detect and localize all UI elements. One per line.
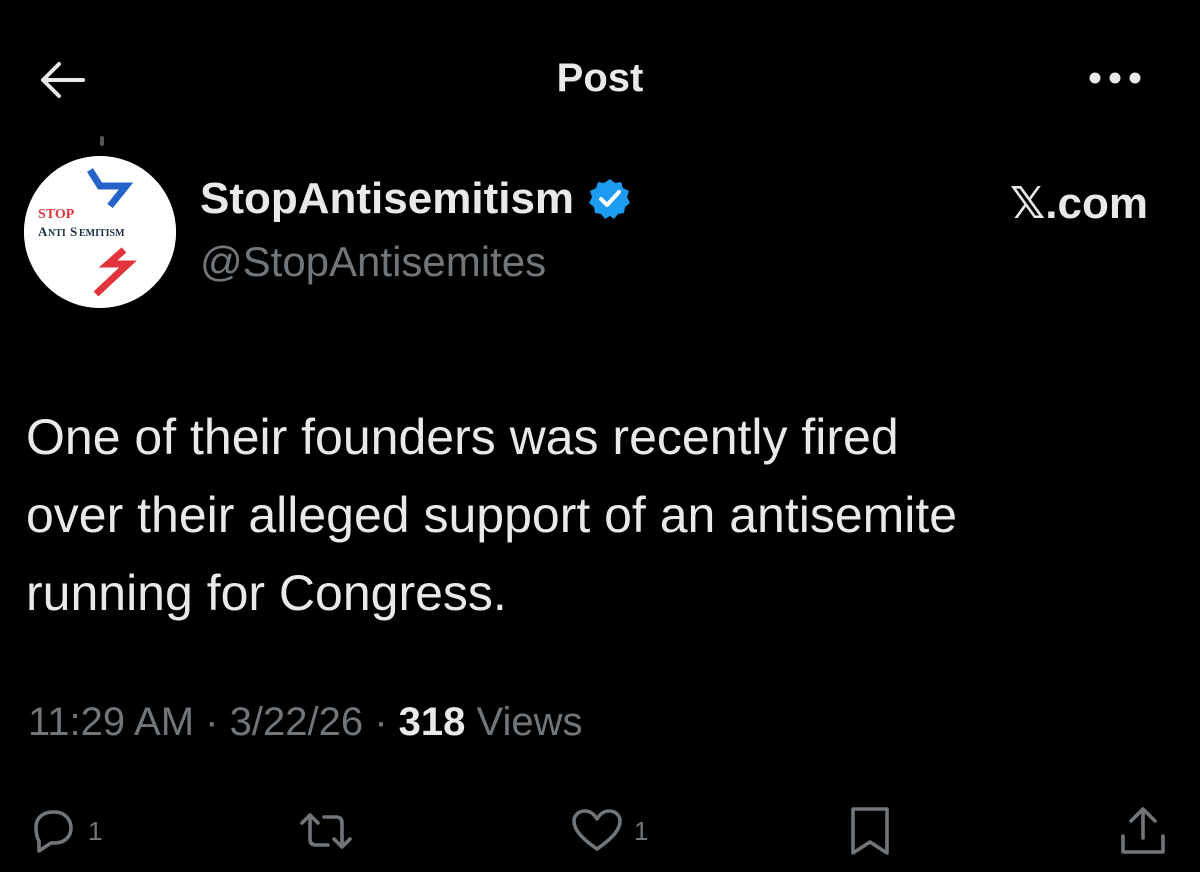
- reply-icon: [34, 810, 73, 853]
- bookmark-button[interactable]: [846, 800, 894, 862]
- like-count: 1: [634, 815, 649, 846]
- reply-count: 1: [88, 815, 103, 846]
- post-text-line: running for Congress.: [26, 565, 507, 621]
- source-label: 𝕏.com: [1009, 179, 1148, 228]
- arrow-left-icon: [41, 62, 85, 98]
- svg-text:S: S: [70, 224, 77, 239]
- svg-text:EMITISM: EMITISM: [79, 228, 125, 239]
- author-name-row: StopAntisemitism: [200, 174, 632, 224]
- post-time: 11:29 AM: [28, 700, 195, 744]
- avatar[interactable]: STOP A NTI S EMITISM: [24, 156, 176, 308]
- thread-indicator: [100, 136, 104, 146]
- post-text-line: One of their founders was recently fired: [26, 409, 899, 465]
- views-label: Views: [476, 700, 583, 744]
- post-text: One of their founders was recently fired…: [26, 398, 1176, 632]
- more-options-button[interactable]: [1080, 56, 1150, 100]
- stop-antisemitism-logo: STOP A NTI S EMITISM: [24, 156, 176, 308]
- heart-icon: [572, 809, 622, 851]
- views-count[interactable]: 318: [399, 700, 466, 744]
- author-handle[interactable]: @StopAntisemites: [200, 238, 546, 286]
- meta-separator: ·: [205, 700, 219, 744]
- svg-text:STOP: STOP: [38, 207, 75, 222]
- bookmark-icon: [851, 807, 889, 855]
- share-button[interactable]: [1118, 800, 1168, 862]
- post-meta: 11:29 AM · 3/22/26 · 318 Views: [28, 700, 583, 745]
- page-title: Post: [556, 56, 644, 100]
- repost-button[interactable]: [296, 800, 366, 862]
- author-display-name[interactable]: StopAntisemitism: [200, 174, 574, 224]
- svg-text:NTI: NTI: [48, 228, 66, 239]
- action-bar: 1 1: [0, 800, 1200, 862]
- back-button[interactable]: [30, 50, 94, 110]
- like-button[interactable]: 1: [570, 800, 648, 862]
- verified-badge-icon: [589, 179, 631, 219]
- post-date: 3/22/26: [229, 700, 364, 744]
- reply-button[interactable]: 1: [26, 800, 102, 862]
- meta-separator: ·: [374, 700, 388, 744]
- more-horizontal-icon: [1089, 72, 1141, 84]
- top-bar: Post: [0, 0, 1200, 160]
- svg-text:A: A: [38, 224, 48, 239]
- share-icon: [1121, 807, 1165, 854]
- repost-icon: [300, 813, 352, 849]
- post-text-line: over their alleged support of an antisem…: [26, 487, 958, 543]
